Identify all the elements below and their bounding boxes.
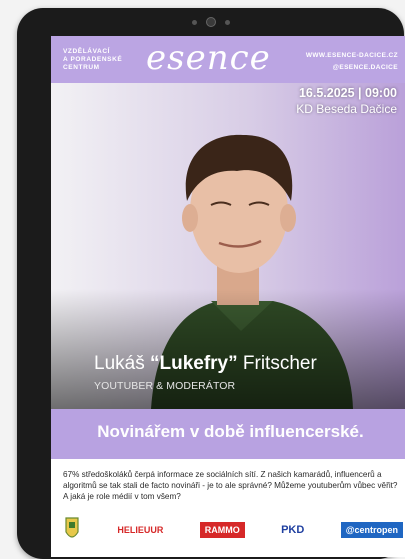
guest-name: Lukáš “Lukefry” Fritscher	[94, 353, 317, 375]
tablet-frame: VZDĚLÁVACÍ A PORADENSKÉ CENTRUM esence W…	[17, 8, 405, 559]
guest-role: YOUTUBER & MODERÁTOR	[94, 380, 236, 392]
poster-screen: VZDĚLÁVACÍ A PORADENSKÉ CENTRUM esence W…	[51, 36, 405, 557]
event-title-banner: Novinářem v době influencerské.	[51, 409, 405, 459]
event-description: 67% středoškoláků čerpá informace ze soc…	[63, 470, 398, 501]
sensor-icon	[191, 19, 197, 25]
sponsor-centropen: @centropen	[340, 522, 403, 538]
tablet-top-bezel	[17, 14, 404, 30]
website-link[interactable]: WWW.ESENCE-DACICE.CZ	[306, 50, 398, 62]
camera-icon	[205, 17, 216, 27]
org-line: CENTRUM	[63, 64, 100, 71]
sponsor-bar: HELIEUUR RAMMO PKD @centropen	[63, 514, 403, 546]
guest-photo: 16.5.2025 | 09:00 KD Beseda Dačice Lukáš…	[51, 83, 405, 409]
guest-first-name: Lukáš	[94, 353, 145, 374]
event-datetime: 16.5.2025 | 09:00	[298, 86, 397, 100]
organization-name: VZDĚLÁVACÍ A PORADENSKÉ CENTRUM	[63, 48, 122, 72]
town-crest-icon	[65, 517, 79, 538]
contact-info: WWW.ESENCE-DACICE.CZ @ESENCE.DACICE	[306, 50, 398, 74]
sponsor-rammo: RAMMO	[199, 522, 245, 538]
poster-header: VZDĚLÁVACÍ A PORADENSKÉ CENTRUM esence W…	[51, 36, 405, 83]
event-venue: KD Beseda Dačice	[296, 102, 397, 116]
guest-nickname: “Lukefry”	[149, 353, 238, 374]
guest-last-name: Fritscher	[242, 353, 317, 374]
sponsor-pkd: PKD	[281, 524, 305, 536]
sponsor-heliceur: HELIEUUR	[117, 525, 164, 535]
org-line: VZDĚLÁVACÍ	[63, 48, 111, 55]
sensor-icon	[224, 19, 230, 25]
org-line: A PORADENSKÉ	[63, 56, 123, 63]
esence-logo: esence	[146, 38, 271, 78]
event-title: Novinářem v době influencerské.	[97, 422, 364, 441]
social-handle[interactable]: @ESENCE.DACICE	[306, 62, 398, 74]
